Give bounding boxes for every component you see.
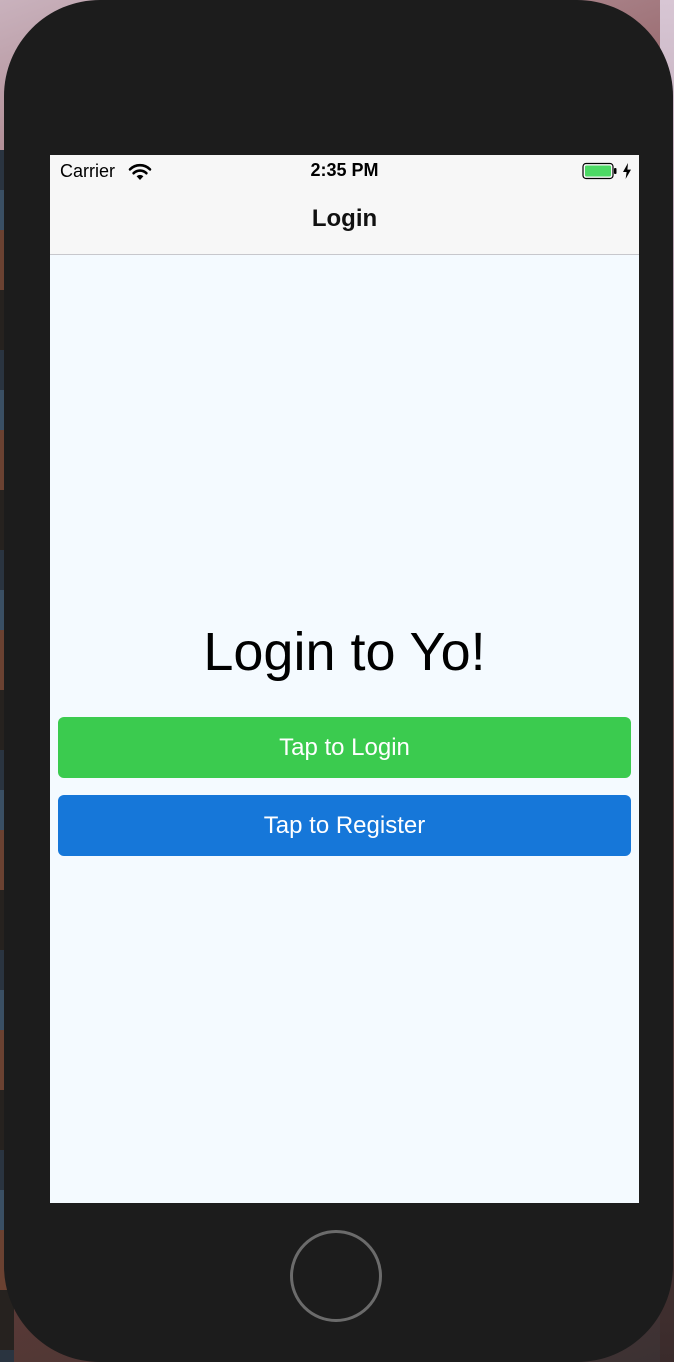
login-headline: Login to Yo! [203, 622, 486, 682]
register-button[interactable]: Tap to Register [58, 795, 631, 856]
navigation-bar: Login [50, 187, 639, 255]
app-screen: Carrier 2:35 PM Login Login to Yo! Tap t… [50, 155, 639, 1203]
page-title: Login [311, 205, 378, 232]
charging-bolt-icon [623, 163, 631, 179]
status-time: 2:35 PM [310, 160, 379, 180]
battery-full-icon [582, 162, 617, 180]
status-bar: Carrier 2:35 PM [50, 155, 639, 187]
iphone-simulator-frame: Carrier 2:35 PM Login Login to Yo! Tap t… [4, 0, 673, 1362]
login-button[interactable]: Tap to Login [58, 717, 631, 778]
home-button-icon[interactable] [290, 1230, 382, 1322]
